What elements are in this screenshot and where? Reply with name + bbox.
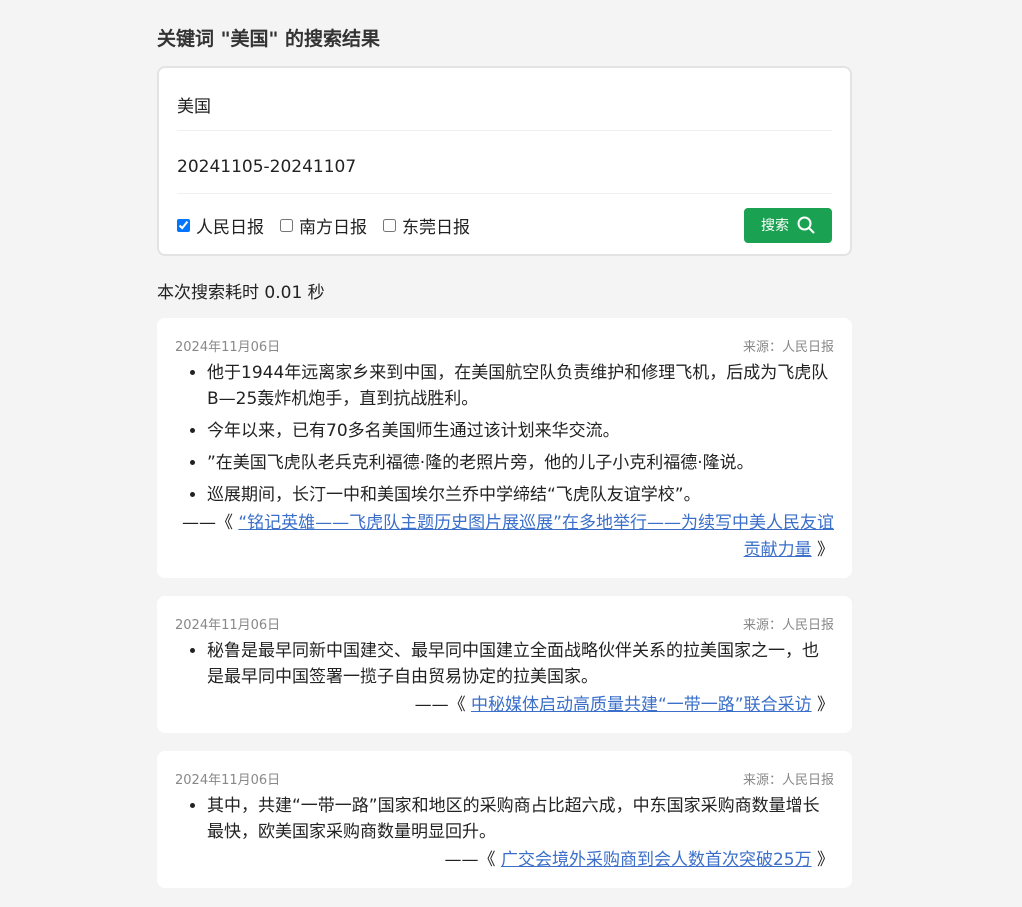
ref-prefix: ——《: [181, 513, 233, 533]
search-button-label: 搜索: [761, 218, 789, 234]
result-card: 2024年11月06日 来源：人民日报 他于1944年远离家乡来到中国，在美国航…: [157, 318, 852, 578]
result-excerpts: 秘鲁是最早同新中国建交、最早同中国建立全面战略伙伴关系的拉美国家之一，也是最早同…: [175, 638, 834, 690]
ref-suffix: 》: [817, 850, 834, 870]
result-date: 2024年11月06日: [175, 618, 281, 633]
source-filters: 人民日报 南方日报 东莞日报: [177, 213, 486, 238]
result-excerpt: 他于1944年远离家乡来到中国，在美国航空队负责维护和修理飞机，后成为飞虎队B—…: [207, 360, 834, 412]
main-container: 关键词 "美国" 的搜索结果 人民日报 南方日报 东莞日报: [157, 0, 852, 888]
source-option-renmin[interactable]: 人民日报: [177, 213, 264, 238]
result-excerpts: 他于1944年远离家乡来到中国，在美国航空队负责维护和修理飞机，后成为飞虎队B—…: [175, 360, 834, 508]
ref-prefix: ——《: [414, 695, 466, 715]
result-card: 2024年11月06日 来源：人民日报 其中，共建“一带一路”国家和地区的采购商…: [157, 751, 852, 888]
search-button[interactable]: 搜索: [744, 207, 832, 243]
result-meta: 2024年11月06日 来源：人民日报: [175, 614, 834, 633]
result-excerpts: 其中，共建“一带一路”国家和地区的采购商占比超六成，中东国家采购商数量增长最快，…: [175, 793, 834, 845]
keyword-input[interactable]: [177, 94, 832, 114]
result-date: 2024年11月06日: [175, 773, 281, 788]
article-link[interactable]: “铭记英雄——飞虎队主题历史图片展巡展”在多地举行——为续写中美人民友谊贡献力量: [238, 513, 834, 560]
search-icon: [797, 216, 815, 234]
result-meta: 2024年11月06日 来源：人民日报: [175, 336, 834, 355]
result-excerpt: 秘鲁是最早同新中国建交、最早同中国建立全面战略伙伴关系的拉美国家之一，也是最早同…: [207, 638, 834, 690]
result-reference: ——《 广交会境外采购商到会人数首次突破25万 》: [175, 847, 834, 874]
source-checkbox-renmin[interactable]: [177, 218, 190, 232]
result-card: 2024年11月06日 来源：人民日报 秘鲁是最早同新中国建交、最早同中国建立全…: [157, 596, 852, 733]
ref-prefix: ——《: [444, 850, 496, 870]
ref-suffix: 》: [817, 540, 834, 560]
date-range-input[interactable]: [177, 157, 832, 177]
article-link[interactable]: 中秘媒体启动高质量共建“一带一路”联合采访: [471, 695, 812, 715]
result-source: 来源：人民日报: [742, 618, 834, 633]
result-excerpt: 巡展期间，长汀一中和美国埃尔兰乔中学缔结“飞虎队友谊学校”。: [207, 482, 834, 508]
result-source: 来源：人民日报: [742, 340, 834, 355]
page-title: 关键词 "美国" 的搜索结果: [157, 28, 381, 50]
result-excerpt: 今年以来，已有70多名美国师生通过该计划来华交流。: [207, 418, 834, 444]
article-link[interactable]: 广交会境外采购商到会人数首次突破25万: [501, 850, 812, 870]
source-option-dongguan[interactable]: 东莞日报: [383, 213, 470, 238]
ref-suffix: 》: [817, 695, 834, 715]
result-excerpt: ”在美国飞虎队老兵克利福德·隆的老照片旁，他的儿子小克利福德·隆说。: [207, 450, 834, 476]
search-panel: 人民日报 南方日报 东莞日报 搜索: [157, 66, 852, 256]
options-row: 人民日报 南方日报 东莞日报 搜索: [177, 194, 832, 254]
result-meta: 2024年11月06日 来源：人民日报: [175, 769, 834, 788]
date-row: [177, 131, 832, 194]
result-reference: ——《 “铭记英雄——飞虎队主题历史图片展巡展”在多地举行——为续写中美人民友谊…: [175, 510, 834, 564]
result-excerpt: 其中，共建“一带一路”国家和地区的采购商占比超六成，中东国家采购商数量增长最快，…: [207, 793, 834, 845]
source-option-nanfang[interactable]: 南方日报: [280, 213, 367, 238]
result-date: 2024年11月06日: [175, 340, 281, 355]
search-timing: 本次搜索耗时 0.01 秒: [157, 283, 325, 303]
source-label-nanfang: 南方日报: [299, 217, 367, 238]
results-list: 2024年11月06日 来源：人民日报 他于1944年远离家乡来到中国，在美国航…: [157, 318, 852, 888]
source-label-renmin: 人民日报: [196, 217, 264, 238]
keyword-row: [177, 68, 832, 131]
result-source: 来源：人民日报: [742, 773, 834, 788]
source-checkbox-dongguan[interactable]: [383, 218, 396, 232]
result-reference: ——《 中秘媒体启动高质量共建“一带一路”联合采访 》: [175, 692, 834, 719]
source-checkbox-nanfang[interactable]: [280, 218, 293, 232]
source-label-dongguan: 东莞日报: [402, 217, 470, 238]
